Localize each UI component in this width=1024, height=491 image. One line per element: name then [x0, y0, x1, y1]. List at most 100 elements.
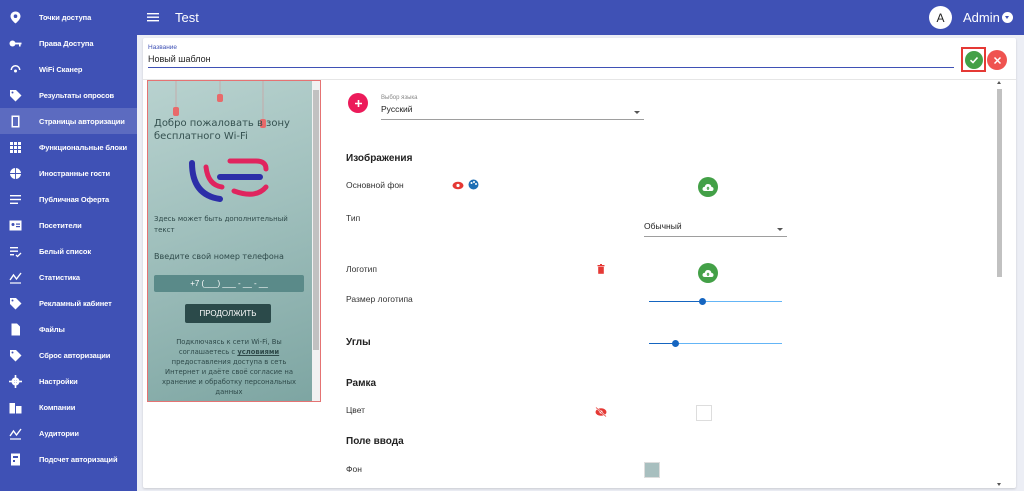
tablet-icon [3, 115, 27, 128]
page-preview[interactable]: Добро пожаловать в зону бесплатного Wi-F… [147, 80, 321, 402]
logo-label: Логотип [346, 264, 378, 274]
upload-bg-button[interactable] [698, 177, 718, 197]
preview-scrollbar[interactable] [312, 81, 320, 401]
sidebar-item-label: Файлы [39, 324, 65, 334]
sidebar-item-label: Подсчет авторизаций [39, 454, 118, 464]
id-card-icon [3, 219, 27, 232]
language-select-value: Русский [381, 104, 413, 114]
main-scrollbar[interactable] [996, 81, 1003, 486]
user-name[interactable]: Admin [963, 10, 1000, 25]
sidebar-item[interactable]: WiFi Сканер [0, 56, 137, 82]
language-select[interactable]: Русский [381, 104, 644, 120]
file-icon [3, 323, 27, 336]
confirm-button-highlight [961, 47, 986, 72]
sidebar-item[interactable]: Файлы [0, 316, 137, 342]
name-input[interactable]: Новый шаблон [148, 54, 954, 68]
eye-off-icon[interactable] [595, 407, 607, 417]
sidebar-item-label: Посетители [39, 220, 82, 230]
preview-title: Добро пожаловать в зону бесплатного Wi-F… [154, 118, 290, 142]
sidebar-item[interactable]: Подсчет авторизаций [0, 446, 137, 472]
cancel-button[interactable] [987, 50, 1007, 70]
frame-color-label: Цвет [346, 405, 366, 415]
sidebar-item[interactable]: Компании [0, 394, 137, 420]
wifi-logo [189, 158, 269, 202]
sidebar-item-label: Настройки [39, 376, 78, 386]
plus-icon [354, 99, 362, 107]
sidebar-item[interactable]: Точки доступа [0, 4, 137, 30]
confirm-button[interactable] [965, 51, 983, 69]
tag-icon [3, 349, 27, 362]
sidebar-item[interactable]: Посетители [0, 212, 137, 238]
grid-icon [3, 141, 27, 154]
chevron-down-icon[interactable] [1002, 12, 1013, 23]
cloud-upload-icon [702, 269, 714, 277]
sidebar-item-label: Сброс авторизации [39, 350, 111, 360]
key-icon [3, 37, 27, 50]
corners-slider[interactable] [649, 340, 782, 347]
building-icon [3, 401, 27, 414]
sidebar-item-label: Точки доступа [39, 12, 92, 22]
sidebar-item[interactable]: Функциональные блоки [0, 134, 137, 160]
page-title: Test [175, 10, 199, 25]
top-app-bar: Test A Admin [137, 0, 1024, 35]
type-label: Тип [346, 213, 361, 223]
sidebar-item-label: Права Доступа [39, 38, 94, 48]
sidebar-item-label: Аудитории [39, 428, 79, 438]
sidebar-item[interactable]: Настройки [0, 368, 137, 394]
avatar[interactable]: A [929, 6, 952, 29]
frame-heading: Рамка [346, 378, 377, 389]
sidebar-item[interactable]: Публичная Оферта [0, 186, 137, 212]
sidebar-item-label: Белый список [39, 246, 92, 256]
settings-panel: Выбор языка Русский Изображения Основной… [323, 80, 1016, 488]
sidebar-item-label: Компании [39, 402, 76, 412]
close-icon [993, 56, 1001, 64]
frame-color-swatch[interactable] [696, 405, 712, 421]
sidebar: Точки доступа Права Доступа WiFi Сканер Рез… [0, 0, 137, 491]
sidebar-item[interactable]: Аудитории [0, 420, 137, 446]
sidebar-item-label: WiFi Сканер [39, 64, 83, 74]
upload-logo-button[interactable] [698, 263, 718, 283]
eye-icon[interactable] [452, 181, 464, 190]
sidebar-item[interactable]: Белый список [0, 238, 137, 264]
list-check-icon [3, 245, 27, 258]
menu-icon[interactable] [147, 11, 159, 23]
chart-zigzag-icon [3, 427, 27, 440]
location-pin-icon [3, 11, 27, 24]
sidebar-item[interactable]: Рекламный кабинет [0, 290, 137, 316]
input-field-heading: Поле ввода [346, 436, 404, 447]
sidebar-item[interactable]: Результаты опросов [0, 82, 137, 108]
palette-icon[interactable] [468, 179, 479, 190]
delete-icon[interactable] [597, 264, 605, 274]
input-bg-color-swatch[interactable] [644, 462, 660, 478]
main-bg-label: Основной фон [346, 180, 404, 190]
preview-consent-text: Подключаясь к сети Wi-Fi, Вы соглашаетес… [162, 338, 296, 396]
globe-icon [3, 167, 27, 180]
input-bg-label: Фон [346, 464, 362, 474]
preview-phone-label: Введите свой номер телефона [154, 252, 284, 261]
images-heading: Изображения [346, 153, 413, 164]
sidebar-item[interactable]: Иностранные гости [0, 160, 137, 186]
sidebar-item[interactable]: Сброс авторизации [0, 342, 137, 368]
type-select[interactable]: Обычный [644, 221, 787, 237]
preview-phone-input: +7 (___) ___ - __ - __ [154, 275, 304, 292]
template-editor-card: Название Новый шаблон Добро пожаловать в… [143, 38, 1016, 488]
check-icon [969, 56, 979, 64]
logo-size-label: Размер логотипа [346, 294, 413, 304]
sidebar-item-label: Страницы авторизации [39, 116, 125, 126]
cloud-upload-icon [702, 183, 714, 191]
sidebar-item-label: Функциональные блоки [39, 142, 127, 152]
sidebar-item[interactable]: Страницы авторизации [0, 108, 137, 134]
preview-subtitle: Здесь может быть дополнительный текст [154, 215, 288, 234]
terms-link: условиями [237, 348, 280, 356]
add-language-button[interactable] [348, 93, 368, 113]
sidebar-item-label: Статистика [39, 272, 80, 282]
sidebar-item-label: Результаты опросов [39, 90, 115, 100]
lines-icon [3, 193, 27, 206]
logo-size-slider[interactable] [649, 298, 782, 305]
preview-continue-button: ПРОДОЛЖИТЬ [185, 304, 271, 323]
tag-icon [3, 297, 27, 310]
sidebar-item[interactable]: Права Доступа [0, 30, 137, 56]
corners-heading: Углы [346, 337, 371, 348]
sidebar-item-label: Публичная Оферта [39, 194, 110, 204]
sidebar-item[interactable]: Статистика [0, 264, 137, 290]
